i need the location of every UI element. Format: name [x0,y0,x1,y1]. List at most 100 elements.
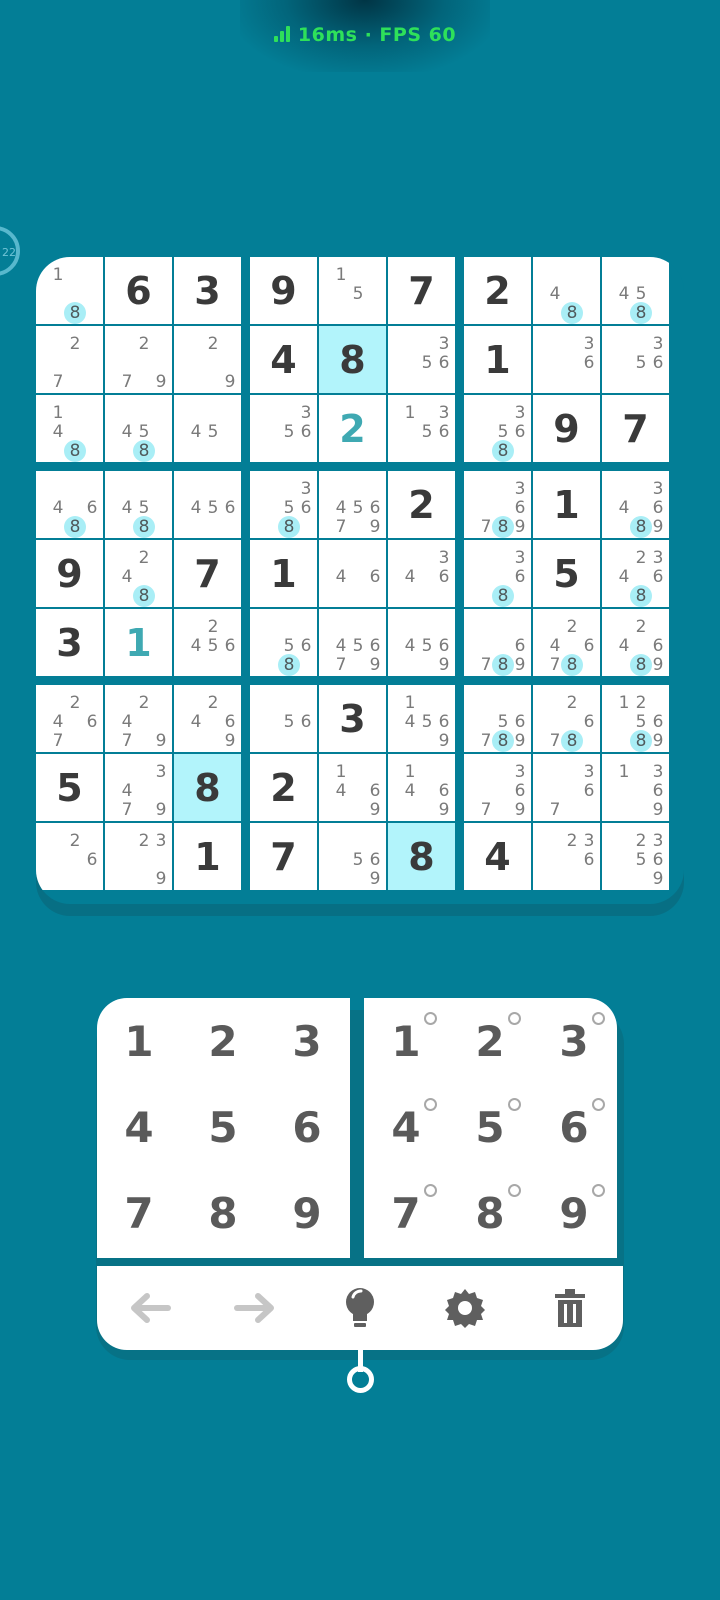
sudoku-cell[interactable]: 8 [319,326,386,393]
sudoku-cell[interactable]: 7 [388,257,455,324]
note-key-6[interactable]: 6 [532,1084,616,1170]
sudoku-cell[interactable]: 2 [464,257,531,324]
undo-button[interactable] [97,1266,202,1350]
sudoku-cell[interactable]: 14569 [388,685,455,752]
sudoku-cell[interactable]: 24678 [533,609,600,676]
sudoku-cell[interactable]: 7 [602,395,669,462]
sudoku-cell[interactable]: 346 [388,540,455,607]
delete-button[interactable] [517,1266,622,1350]
sudoku-cell[interactable]: 1369 [602,754,669,821]
sudoku-cell[interactable]: 3568 [464,395,531,462]
sudoku-cell[interactable]: 4 68 [36,471,103,538]
sudoku-cell[interactable]: 15 [319,257,386,324]
number-key-8[interactable]: 8 [181,1170,265,1256]
sudoku-cell[interactable]: 9 [250,257,317,324]
sudoku-cell[interactable]: 1 [533,471,600,538]
sudoku-cell[interactable]: 48 [533,257,600,324]
number-key-1[interactable]: 1 [97,998,181,1084]
sudoku-cell[interactable]: 26 [36,823,103,890]
number-key-3[interactable]: 3 [265,998,349,1084]
sudoku-cell[interactable]: 148 [36,395,103,462]
sudoku-cell[interactable]: 2678 [533,685,600,752]
sudoku-cell[interactable]: 45679 [319,471,386,538]
sudoku-cell[interactable]: 456 [174,471,241,538]
sudoku-cell[interactable]: 356 [602,326,669,393]
sudoku-cell[interactable]: 45 [174,395,241,462]
sudoku-cell[interactable]: 4569 [388,609,455,676]
sudoku-cell[interactable]: 24689 [602,609,669,676]
number-key-9[interactable]: 9 [265,1170,349,1256]
sudoku-cell[interactable]: 3 [319,685,386,752]
sudoku-cell[interactable]: 367 [533,754,600,821]
sudoku-cell[interactable]: 2456 [174,609,241,676]
sudoku-cell[interactable]: 2479 [105,685,172,752]
sudoku-cell[interactable]: 1 [174,823,241,890]
sudoku-cell[interactable]: 1 [105,609,172,676]
note-key-7[interactable]: 7 [364,1170,448,1256]
sudoku-cell[interactable]: 4 [250,326,317,393]
sudoku-cell[interactable]: 1469 [319,754,386,821]
sudoku-cell[interactable]: 9 [36,540,103,607]
sudoku-cell[interactable]: 3479 [105,754,172,821]
number-key-2[interactable]: 2 [181,998,265,1084]
sudoku-cell[interactable]: 458 [105,395,172,462]
sudoku-cell[interactable]: 8 [174,754,241,821]
sudoku-cell[interactable]: 3679 [464,754,531,821]
sudoku-cell[interactable]: 248 [105,540,172,607]
sudoku-cell[interactable]: 3568 [250,471,317,538]
sudoku-cell[interactable]: 45679 [319,609,386,676]
sudoku-cell[interactable]: 2 [250,754,317,821]
sudoku-cell[interactable]: 356 [250,395,317,462]
sudoku-cell[interactable]: 356 [388,326,455,393]
note-key-5[interactable]: 5 [448,1084,532,1170]
sudoku-cell[interactable]: 56 [250,685,317,752]
sudoku-cell[interactable]: 27 [36,326,103,393]
sudoku-cell[interactable]: 2467 [36,685,103,752]
sudoku-cell[interactable]: 23468 [602,540,669,607]
sudoku-cell[interactable]: 236 [533,823,600,890]
sudoku-cell[interactable]: 34689 [602,471,669,538]
sudoku-cell[interactable]: 6 [105,257,172,324]
sudoku-cell[interactable]: 56789 [464,685,531,752]
sudoku-cell[interactable]: 1 [250,540,317,607]
sudoku-cell[interactable]: 29 [174,326,241,393]
sudoku-cell[interactable]: 568 [250,609,317,676]
sudoku-cell[interactable]: 5 [533,540,600,607]
sudoku-cell[interactable]: 23569 [602,823,669,890]
sudoku-cell[interactable]: 2 [388,471,455,538]
note-key-8[interactable]: 8 [448,1170,532,1256]
sudoku-cell[interactable]: 368 [464,540,531,607]
redo-button[interactable] [202,1266,307,1350]
sudoku-cell[interactable]: 5 [36,754,103,821]
note-key-9[interactable]: 9 [532,1170,616,1256]
sudoku-cell[interactable]: 1469 [388,754,455,821]
sudoku-cell[interactable]: 458 [602,257,669,324]
sudoku-cell[interactable]: 239 [105,823,172,890]
sudoku-cell[interactable]: 3 [36,609,103,676]
note-key-3[interactable]: 3 [532,998,616,1084]
number-key-4[interactable]: 4 [97,1084,181,1170]
sudoku-cell[interactable]: 7 [250,823,317,890]
sudoku-cell[interactable]: 27 9 [105,326,172,393]
hint-button[interactable] [307,1266,412,1350]
sudoku-cell[interactable]: 4 [464,823,531,890]
sudoku-cell[interactable]: 3 [174,257,241,324]
toolbar-handle-knob[interactable] [347,1366,374,1393]
number-key-5[interactable]: 5 [181,1084,265,1170]
number-key-7[interactable]: 7 [97,1170,181,1256]
number-key-6[interactable]: 6 [265,1084,349,1170]
sudoku-cell[interactable]: 46 [319,540,386,607]
sudoku-cell[interactable]: 569 [319,823,386,890]
sudoku-cell[interactable]: 9 [533,395,600,462]
settings-button[interactable] [412,1266,517,1350]
sudoku-cell[interactable]: 1 [464,326,531,393]
note-key-4[interactable]: 4 [364,1084,448,1170]
sudoku-cell[interactable]: 36 [533,326,600,393]
sudoku-cell[interactable]: 125689 [602,685,669,752]
sudoku-cell[interactable]: 458 [105,471,172,538]
sudoku-cell[interactable]: 8 [388,823,455,890]
sudoku-cell[interactable]: 36789 [464,471,531,538]
note-key-1[interactable]: 1 [364,998,448,1084]
sudoku-cell[interactable]: 7 [174,540,241,607]
sudoku-cell[interactable]: 1356 [388,395,455,462]
